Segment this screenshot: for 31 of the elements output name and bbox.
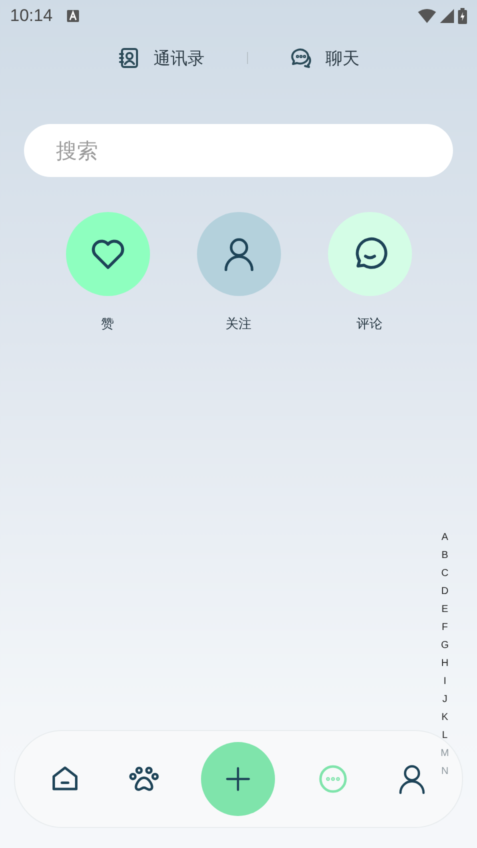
index-letter[interactable]: C [441, 565, 448, 583]
wifi-icon [418, 9, 436, 23]
contacts-icon [118, 47, 140, 69]
index-letter[interactable]: I [443, 673, 446, 691]
person-icon [398, 764, 426, 794]
index-letter[interactable]: L [442, 727, 448, 745]
search-field[interactable]: 搜索 [24, 124, 453, 177]
person-icon [224, 237, 254, 271]
action-label: 评论 [356, 315, 382, 333]
notification-icon [66, 10, 79, 22]
plus-icon [225, 766, 252, 792]
action-label: 赞 [101, 315, 114, 333]
index-letter[interactable]: G [440, 637, 449, 655]
heart-icon [90, 237, 126, 271]
chat-bubbles-icon [290, 47, 312, 69]
index-letter[interactable]: H [441, 655, 448, 673]
index-letter[interactable]: D [441, 583, 448, 601]
index-letter[interactable]: F [442, 619, 448, 637]
battery-icon [458, 8, 467, 24]
index-letter[interactable]: K [441, 709, 448, 727]
status-time: 10:14 [10, 6, 53, 26]
action-label: 关注 [226, 315, 252, 333]
top-tab[interactable]: 通讯录 [114, 42, 208, 74]
index-letter[interactable]: E [441, 601, 448, 619]
index-letter[interactable]: J [442, 691, 448, 709]
index-letter[interactable]: A [441, 529, 448, 547]
top-tab[interactable]: 聊天 [286, 42, 364, 74]
chat-icon [318, 764, 348, 794]
paw-icon [128, 764, 160, 794]
index-letter[interactable]: B [441, 547, 448, 565]
signal-icon [440, 9, 454, 23]
